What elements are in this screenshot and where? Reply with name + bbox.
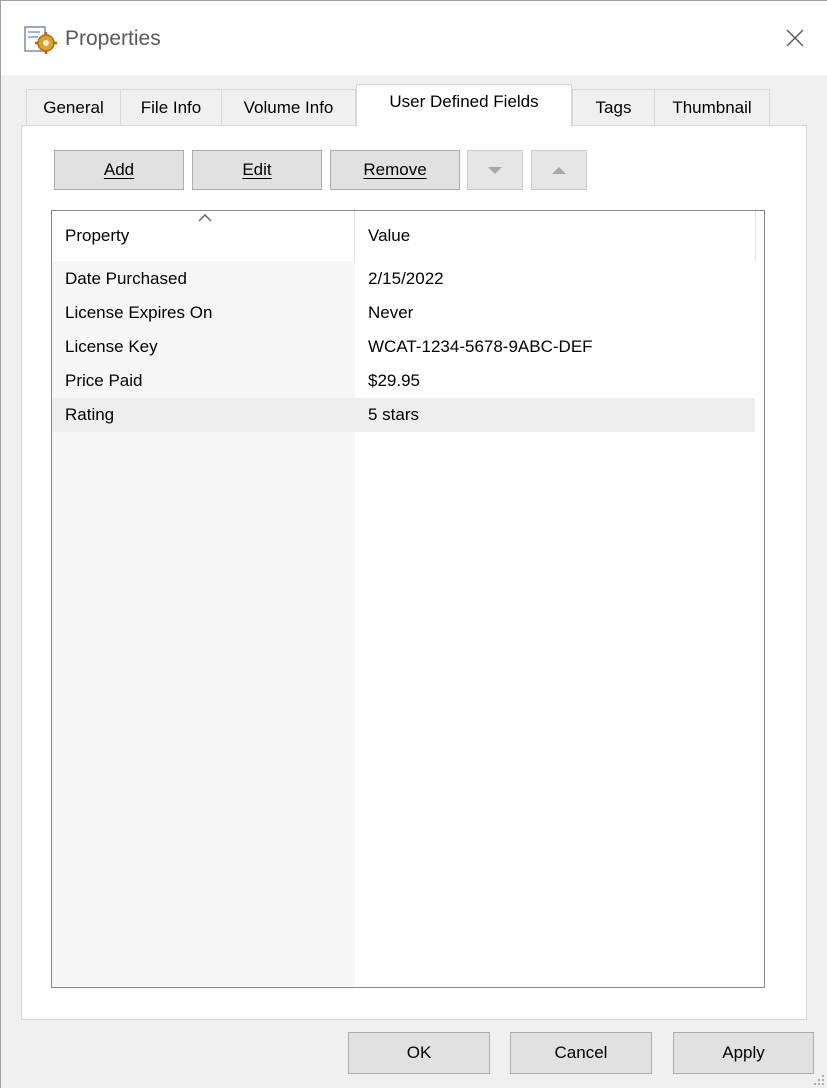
list-item[interactable]: Price Paid $29.95 — [52, 364, 755, 398]
tab-user-defined-fields[interactable]: User Defined Fields — [356, 84, 572, 127]
property-cell: Price Paid — [65, 371, 143, 390]
apply-button[interactable]: Apply — [673, 1032, 814, 1074]
value-cell: $29.95 — [368, 371, 420, 390]
list-item[interactable]: License Key WCAT-1234-5678-9ABC-DEF — [52, 330, 755, 364]
move-up-button[interactable] — [531, 150, 587, 190]
window-title: Properties — [65, 27, 161, 50]
tab-general[interactable]: General — [26, 89, 121, 126]
list-item[interactable]: Date Purchased 2/15/2022 — [52, 262, 755, 296]
property-cell: License Expires On — [65, 303, 213, 322]
properties-gear-icon — [23, 25, 59, 55]
sort-ascending-icon — [198, 214, 212, 222]
column-divider[interactable] — [755, 211, 756, 261]
fields-list[interactable]: Property Value Date Purchased 2/15/2022 … — [51, 210, 765, 988]
remove-button[interactable]: Remove — [330, 150, 460, 190]
close-icon — [786, 29, 804, 47]
edit-button[interactable]: Edit — [192, 150, 322, 190]
tab-tags[interactable]: Tags — [572, 89, 655, 126]
column-header-value[interactable]: Value — [355, 211, 755, 261]
cancel-button[interactable]: Cancel — [510, 1032, 652, 1074]
ok-button[interactable]: OK — [348, 1032, 490, 1074]
list-header: Property Value — [52, 211, 764, 261]
property-cell: Date Purchased — [65, 269, 187, 288]
add-button[interactable]: Add — [54, 150, 184, 190]
value-cell: 5 stars — [368, 405, 420, 424]
property-cell: License Key — [65, 337, 158, 356]
tab-file-info[interactable]: File Info — [120, 89, 222, 126]
value-cell: 2/15/2022 — [368, 269, 444, 288]
tab-volume-info[interactable]: Volume Info — [221, 89, 356, 126]
value-cell: WCAT-1234-5678-9ABC-DEF — [368, 337, 593, 356]
title-bar: Properties — [1, 1, 827, 75]
user-defined-fields-page: Add Edit Remove Property Value Date Purc… — [21, 125, 807, 1020]
arrow-down-icon — [488, 166, 502, 174]
property-cell: Rating — [65, 405, 115, 424]
value-cell: Never — [368, 303, 414, 322]
list-item-selected[interactable]: Rating 5 stars — [52, 398, 755, 432]
move-down-button[interactable] — [467, 150, 523, 190]
arrow-up-icon — [552, 166, 566, 174]
close-button[interactable] — [763, 1, 827, 75]
column-header-property[interactable]: Property — [52, 211, 355, 261]
list-item[interactable]: License Expires On Never — [52, 296, 755, 330]
tab-strip: General File Info Volume Info User Defin… — [26, 84, 786, 127]
tab-thumbnail[interactable]: Thumbnail — [654, 89, 770, 126]
resize-grip-icon[interactable] — [811, 1072, 825, 1086]
properties-dialog: Properties General File Info Volume Info… — [0, 0, 827, 1088]
